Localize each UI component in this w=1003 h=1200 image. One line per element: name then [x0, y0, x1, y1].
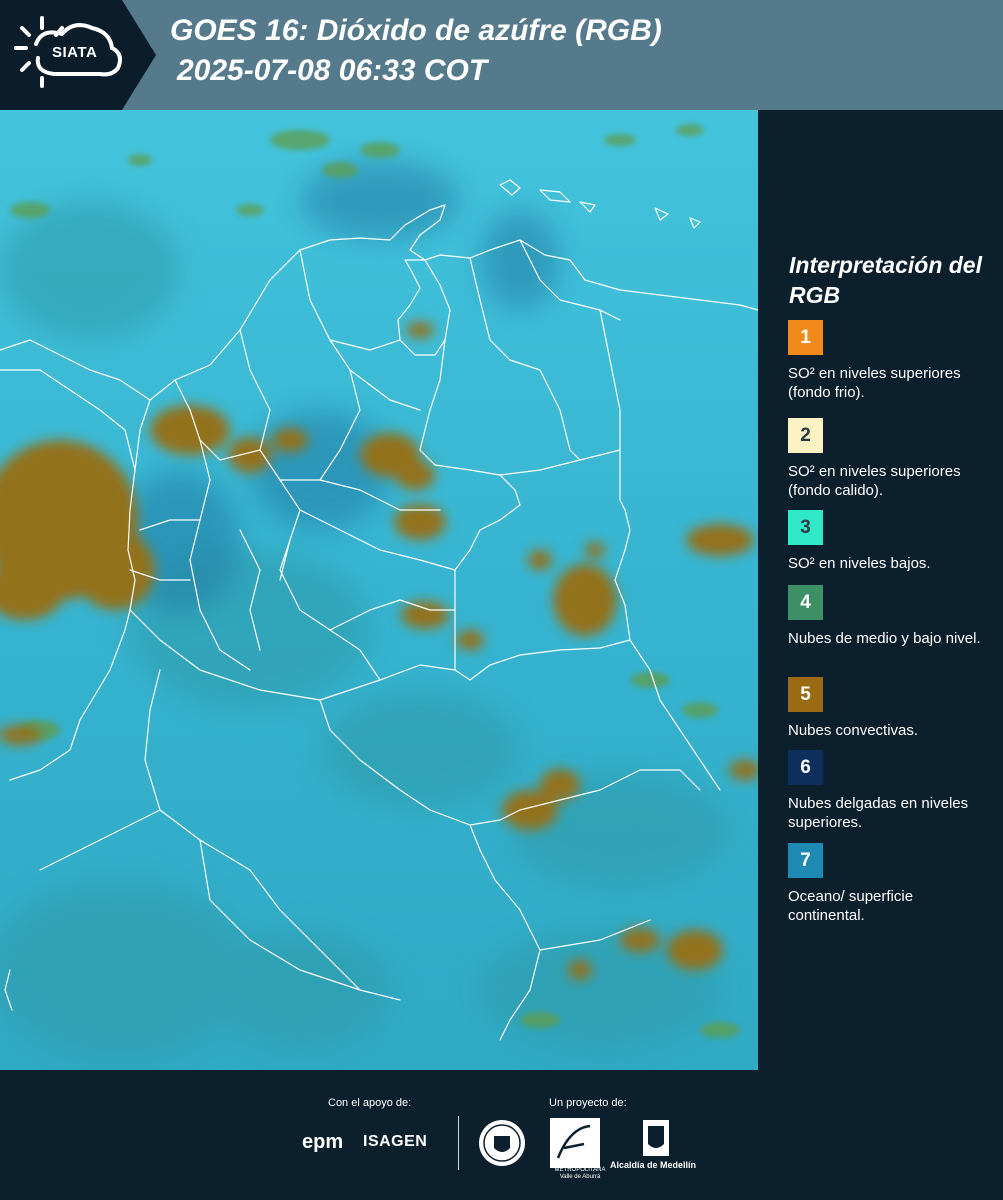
- footer: Con el apoyo de: Un proyecto de: epm ISA…: [0, 1070, 1003, 1200]
- footer-divider: [458, 1116, 459, 1170]
- area-metropolitana-logo: [550, 1118, 600, 1168]
- epm-logo: epm: [302, 1131, 344, 1153]
- legend-title: Interpretación del RGB: [789, 252, 982, 308]
- legend-label: SO² en niveles superiores (fondo frio).: [788, 365, 961, 401]
- legend-item: 1 SO² en niveles superiores (fondo frio)…: [788, 320, 993, 402]
- alcaldia-shield-icon: [643, 1120, 669, 1156]
- medellin-seal-icon: [479, 1120, 525, 1166]
- satellite-map: [0, 110, 758, 1070]
- header: SIATA GOES 16: Dióxido de azúfre (RGB) 2…: [0, 0, 1003, 110]
- project-caption: Un proyecto de:: [549, 1097, 627, 1109]
- satellite-image: [0, 110, 758, 1070]
- alcaldia-caption: Alcaldía de Medellín: [610, 1160, 697, 1170]
- legend-swatch: 6: [788, 750, 823, 785]
- isagen-logo: ISAGEN: [363, 1133, 428, 1150]
- legend: Interpretación del RGB 1 SO² en niveles …: [758, 110, 1003, 1070]
- page-title: GOES 16: Dióxido de azúfre (RGB): [170, 14, 662, 47]
- legend-label: SO² en niveles bajos.: [788, 555, 931, 572]
- legend-item: 3 SO² en niveles bajos.: [788, 510, 993, 573]
- legend-swatch: 1: [788, 320, 823, 355]
- area-caption: METROPOLITANA Valle de Aburrá: [554, 1167, 606, 1180]
- legend-label: Nubes de medio y bajo nivel.: [788, 630, 981, 647]
- legend-label: Nubes delgadas en niveles superiores.: [788, 795, 969, 831]
- logo-text: SIATA: [52, 44, 98, 61]
- legend-swatch: 2: [788, 418, 823, 453]
- legend-label: SO² en niveles superiores (fondo calido)…: [788, 463, 961, 499]
- legend-item: 2 SO² en niveles superiores (fondo calid…: [788, 418, 993, 500]
- legend-swatch: 3: [788, 510, 823, 545]
- legend-swatch: 5: [788, 677, 823, 712]
- legend-swatch: 4: [788, 585, 823, 620]
- legend-swatch: 7: [788, 843, 823, 878]
- legend-item: 7 Oceano/ superficie continental.: [788, 843, 993, 925]
- legend-label: Nubes convectivas.: [788, 722, 919, 739]
- timestamp: 2025-07-08 06:33 COT: [177, 54, 488, 87]
- legend-item: 5 Nubes convectivas.: [788, 677, 993, 740]
- legend-item: 6 Nubes delgadas en niveles superiores.: [788, 750, 993, 832]
- support-caption: Con el apoyo de:: [328, 1097, 412, 1109]
- legend-label: Oceano/ superficie continental.: [788, 888, 914, 924]
- legend-item: 4 Nubes de medio y bajo nivel.: [788, 585, 993, 648]
